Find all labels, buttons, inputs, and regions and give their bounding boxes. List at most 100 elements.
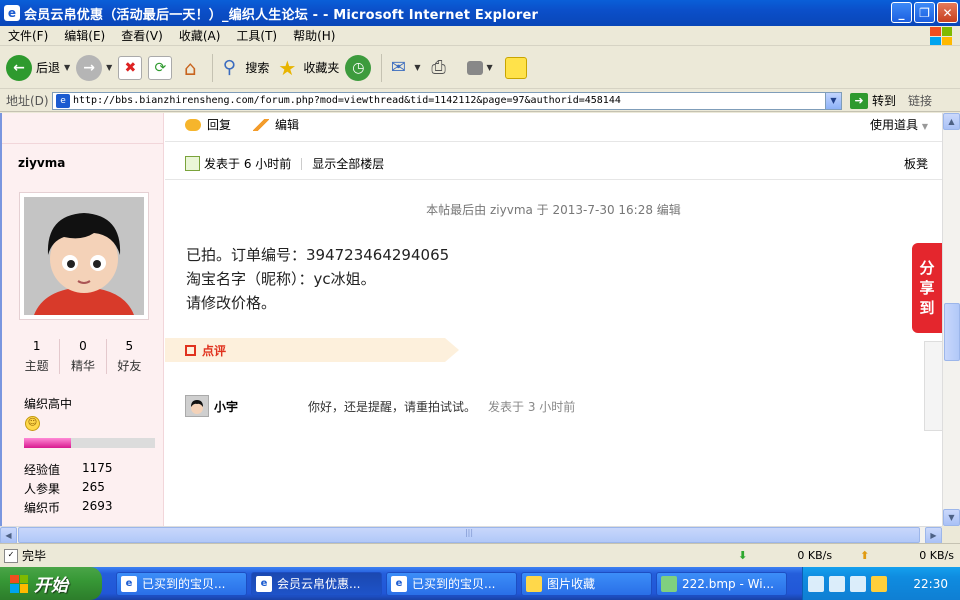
side-toolbar[interactable] [924, 341, 942, 431]
taskbar-item[interactable]: 图片收藏 [521, 571, 652, 596]
mail-dropdown-icon[interactable]: ▼ [414, 63, 420, 72]
go-button[interactable]: ➜ 转到 [850, 92, 896, 109]
show-all-floors-link[interactable]: 显示全部楼层 [312, 155, 384, 172]
upload-speed: ⬆ 0 KB/s [860, 549, 954, 562]
favorites-button[interactable]: ★ 收藏夹 [275, 56, 339, 80]
task-label: 会员云帛优惠... [277, 577, 361, 591]
forward-dropdown-icon[interactable]: ▼ [106, 63, 112, 72]
menu-bar: 文件(F) 编辑(E) 查看(V) 收藏(A) 工具(T) 帮助(H) [0, 26, 960, 46]
minimize-button[interactable]: _ [891, 2, 912, 23]
stat-topics[interactable]: 1 主题 [14, 339, 59, 374]
home-button[interactable]: ⌂ [178, 56, 202, 80]
vertical-scroll-thumb[interactable] [944, 303, 960, 361]
mail-icon: ✉ [390, 57, 406, 78]
ie-icon: e [256, 575, 272, 592]
pen-icon[interactable] [829, 575, 845, 592]
start-button[interactable]: 开始 [0, 567, 102, 600]
commenter-name[interactable]: 小宇 [214, 398, 308, 415]
address-url[interactable]: http://bbs.bianzhirensheng.com/forum.php… [73, 95, 621, 106]
menu-tools[interactable]: 工具(T) [228, 27, 285, 44]
links-button[interactable]: 链接 [908, 92, 932, 109]
toolbar-separator [381, 53, 383, 82]
avatar-image [24, 197, 144, 315]
menu-help[interactable]: 帮助(H) [285, 27, 343, 44]
rank-progress-bar [24, 438, 155, 448]
window-title: 会员云帛优惠（活动最后一天！）_编织人生论坛 - - Microsoft Int… [24, 7, 539, 23]
avatar-cartoon [24, 197, 144, 315]
mail-button[interactable]: ✉ ▼ [386, 56, 421, 80]
use-tools-label: 使用道具 [870, 118, 919, 132]
history-icon: ◷ [345, 54, 372, 81]
taskbar-item[interactable]: e 已买到的宝贝... [116, 571, 247, 596]
smiley-icon: ☺ [25, 416, 40, 431]
keyboard-icon[interactable] [808, 575, 824, 592]
edit-page-icon [466, 60, 483, 75]
close-button[interactable]: ✕ [937, 2, 958, 23]
stat-value: 1 [32, 339, 41, 353]
stat-value: 0 [79, 339, 87, 353]
search-button[interactable]: ⚲ 搜索 [217, 56, 270, 80]
stat-label: 好友 [117, 359, 142, 373]
comment-square-icon [185, 344, 196, 356]
use-tools-menu[interactable]: 使用道具 ▼ [870, 116, 928, 133]
taskbar: 开始 e 已买到的宝贝... e 会员云帛优惠... e 已买到的宝贝... 图片收藏… [0, 567, 960, 600]
clock[interactable]: 22:30 [913, 577, 948, 591]
stat-digest[interactable]: 0 精华 [59, 339, 105, 374]
refresh-button[interactable]: ⟳ [148, 55, 173, 80]
scroll-down-icon[interactable]: ▼ [943, 509, 960, 526]
author-username[interactable]: ziyvma [18, 156, 65, 170]
share-button[interactable]: 分享到 [912, 243, 942, 333]
history-button[interactable]: ◷ [345, 54, 372, 81]
window-title-bar[interactable]: e 会员云帛优惠（活动最后一天！）_编织人生论坛 - - Microsoft I… [0, 0, 960, 26]
menu-view[interactable]: 查看(V) [113, 27, 171, 44]
taskbar-item[interactable]: 222.bmp - Wi... [656, 571, 787, 596]
task-label: 已买到的宝贝... [142, 577, 226, 591]
comment-header: 点评 [165, 338, 459, 362]
upload-arrow-icon: ⬆ [860, 549, 870, 562]
star-icon: ★ [278, 55, 297, 80]
author-avatar[interactable] [19, 192, 149, 320]
floor-number[interactable]: 板凳 [904, 155, 928, 172]
messenger-button[interactable] [499, 56, 527, 79]
address-dropdown-icon[interactable]: ▼ [825, 92, 841, 109]
scroll-left-icon[interactable]: ◀ [0, 527, 17, 544]
toolbar: ← 后退 ▼ → ▼ ✖ ⟳ ⌂ ⚲ 搜索 ★ 收藏夹 ◷ ✉ ▼ ⎙ ▼ [0, 47, 960, 89]
status-bar: ✓ 完毕 ⬇ 0 KB/s ⬆ 0 KB/s [0, 543, 960, 567]
horizontal-scrollbar[interactable]: ◀ ||| ▶ [0, 526, 942, 544]
taskbar-item[interactable]: e 会员云帛优惠... [251, 571, 382, 596]
author-rank[interactable]: 编织高中 [24, 395, 72, 412]
edit-page-dropdown-icon[interactable]: ▼ [487, 63, 493, 72]
commenter-avatar[interactable] [185, 395, 209, 417]
author-stats: 1 主题 0 精华 5 好友 [14, 339, 152, 374]
stat-friends[interactable]: 5 好友 [105, 339, 152, 374]
back-dropdown-icon[interactable]: ▼ [64, 63, 70, 72]
address-input[interactable]: e http://bbs.bianzhirensheng.com/forum.p… [52, 91, 842, 110]
stop-button[interactable]: ✖ [118, 55, 143, 80]
scroll-up-icon[interactable]: ▲ [943, 113, 960, 130]
edit-button[interactable]: 编辑 [275, 116, 299, 133]
ie-icon: e [391, 575, 407, 592]
menu-file[interactable]: 文件(F) [0, 27, 56, 44]
forward-button[interactable]: → ▼ [76, 54, 112, 81]
vertical-scrollbar[interactable]: ▲ ▼ [942, 113, 960, 526]
print-button[interactable]: ⎙ [427, 56, 451, 80]
network-icon[interactable] [850, 575, 866, 592]
horizontal-scroll-thumb[interactable]: ||| [18, 527, 920, 543]
net-speed: ⬇ 0 KB/s ⬆ 0 KB/s [738, 549, 954, 562]
toolbar-separator [212, 53, 214, 82]
favorites-label: 收藏夹 [303, 61, 340, 75]
edit-page-button[interactable]: ▼ [457, 60, 493, 75]
reply-button[interactable]: 回复 [207, 116, 231, 133]
taskbar-item[interactable]: e 已买到的宝贝... [386, 571, 517, 596]
post-main: 回复 编辑 使用道具 ▼ 发表于 6 小时前 显示全部楼层 板凳 本帖最后由 z… [165, 113, 942, 526]
post-line: 请修改价格。 [186, 294, 277, 312]
maximize-button[interactable]: ❐ [914, 2, 935, 23]
back-button[interactable]: ← 后退 ▼ [6, 54, 70, 81]
reply-icon [185, 118, 201, 131]
menu-favorites[interactable]: 收藏(A) [171, 27, 229, 44]
scroll-right-icon[interactable]: ▶ [925, 527, 942, 544]
menu-edit[interactable]: 编辑(E) [56, 27, 113, 44]
back-label: 后退 [36, 61, 61, 75]
shield-icon[interactable] [871, 575, 887, 592]
prop-value: 2693 [82, 499, 113, 513]
